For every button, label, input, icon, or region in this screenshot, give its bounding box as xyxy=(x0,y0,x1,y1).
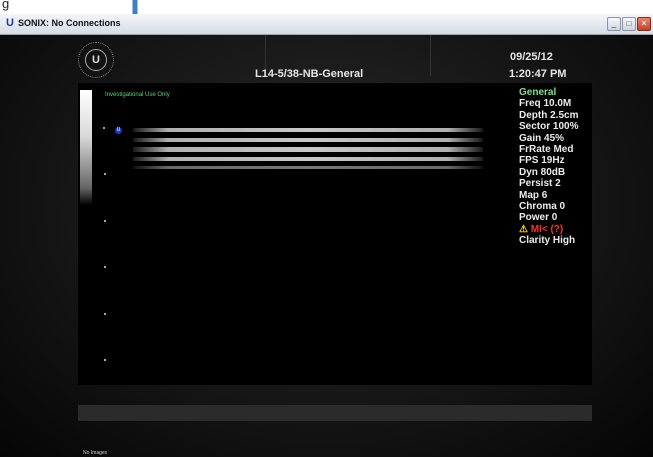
param-item: Depth 2.5cm xyxy=(519,109,579,121)
echo-band xyxy=(133,157,483,161)
depth-marker xyxy=(104,220,106,222)
param-item: Chroma 0 xyxy=(519,201,566,213)
investigational-notice: Investigational Use Only xyxy=(105,92,170,98)
top-caption: g xyxy=(0,0,653,14)
depth-marker xyxy=(104,173,106,175)
param-clarity: Clarity High xyxy=(519,235,576,247)
maximize-button[interactable]: □ xyxy=(622,17,636,31)
no-images-label: No Images xyxy=(83,450,108,456)
ultrasound-desktop: U L14-5/38-NB-General 09/25/12 1:20:47 P… xyxy=(0,35,653,457)
param-item: Freq 10.0M xyxy=(519,98,572,110)
title-bar[interactable]: U SONIX: No Connections _ □ ✕ xyxy=(0,14,653,35)
caption-text: g xyxy=(2,0,10,11)
echo-band xyxy=(133,166,483,169)
param-item: Sector 100% xyxy=(519,121,579,133)
param-item: FrRate Med xyxy=(519,144,574,156)
param-mode: General xyxy=(519,87,557,98)
mi-warning: ⚠ MI< (?) xyxy=(519,224,578,235)
param-item: Dyn 80dB xyxy=(519,166,566,178)
depth-marker xyxy=(104,359,106,361)
depth-marker xyxy=(103,127,105,129)
close-button[interactable]: ✕ xyxy=(637,17,651,31)
echo-band xyxy=(133,138,483,142)
param-item: Persist 2 xyxy=(519,178,561,190)
time-label: 1:20:47 PM xyxy=(509,68,567,80)
sonix-app-icon: U xyxy=(6,17,14,29)
sonix-logo-icon: U xyxy=(78,42,114,78)
echo-band xyxy=(133,128,483,132)
mi-warning-text: MI< (?) xyxy=(530,223,564,235)
minimize-button[interactable]: _ xyxy=(607,17,621,31)
warning-icon: ⚠ xyxy=(519,223,528,235)
param-item: Power 0 xyxy=(519,212,558,224)
preset-label: L14-5/38-NB-General xyxy=(255,68,364,80)
logo-letter: U xyxy=(85,49,107,71)
param-item: Gain 45% xyxy=(519,132,565,144)
param-item: FPS 19Hz xyxy=(519,155,565,167)
depth-marker xyxy=(104,313,106,315)
depth-marker xyxy=(104,266,106,268)
sonix-window: U SONIX: No Connections _ □ ✕ U L14-5/38… xyxy=(0,14,653,457)
window-controls: _ □ ✕ xyxy=(607,17,651,31)
imaging-parameters: General Freq 10.0M Depth 2.5cm Sector 10… xyxy=(519,87,578,247)
param-item: Map 6 xyxy=(519,189,548,201)
window-title: SONIX: No Connections xyxy=(18,18,121,28)
date-label: 09/25/12 xyxy=(510,51,553,63)
bottom-status-bar xyxy=(78,405,592,421)
grayscale-bar xyxy=(80,90,92,205)
header-divider xyxy=(430,35,431,76)
echo-band xyxy=(133,147,483,152)
focus-marker-icon[interactable]: U xyxy=(115,127,122,134)
